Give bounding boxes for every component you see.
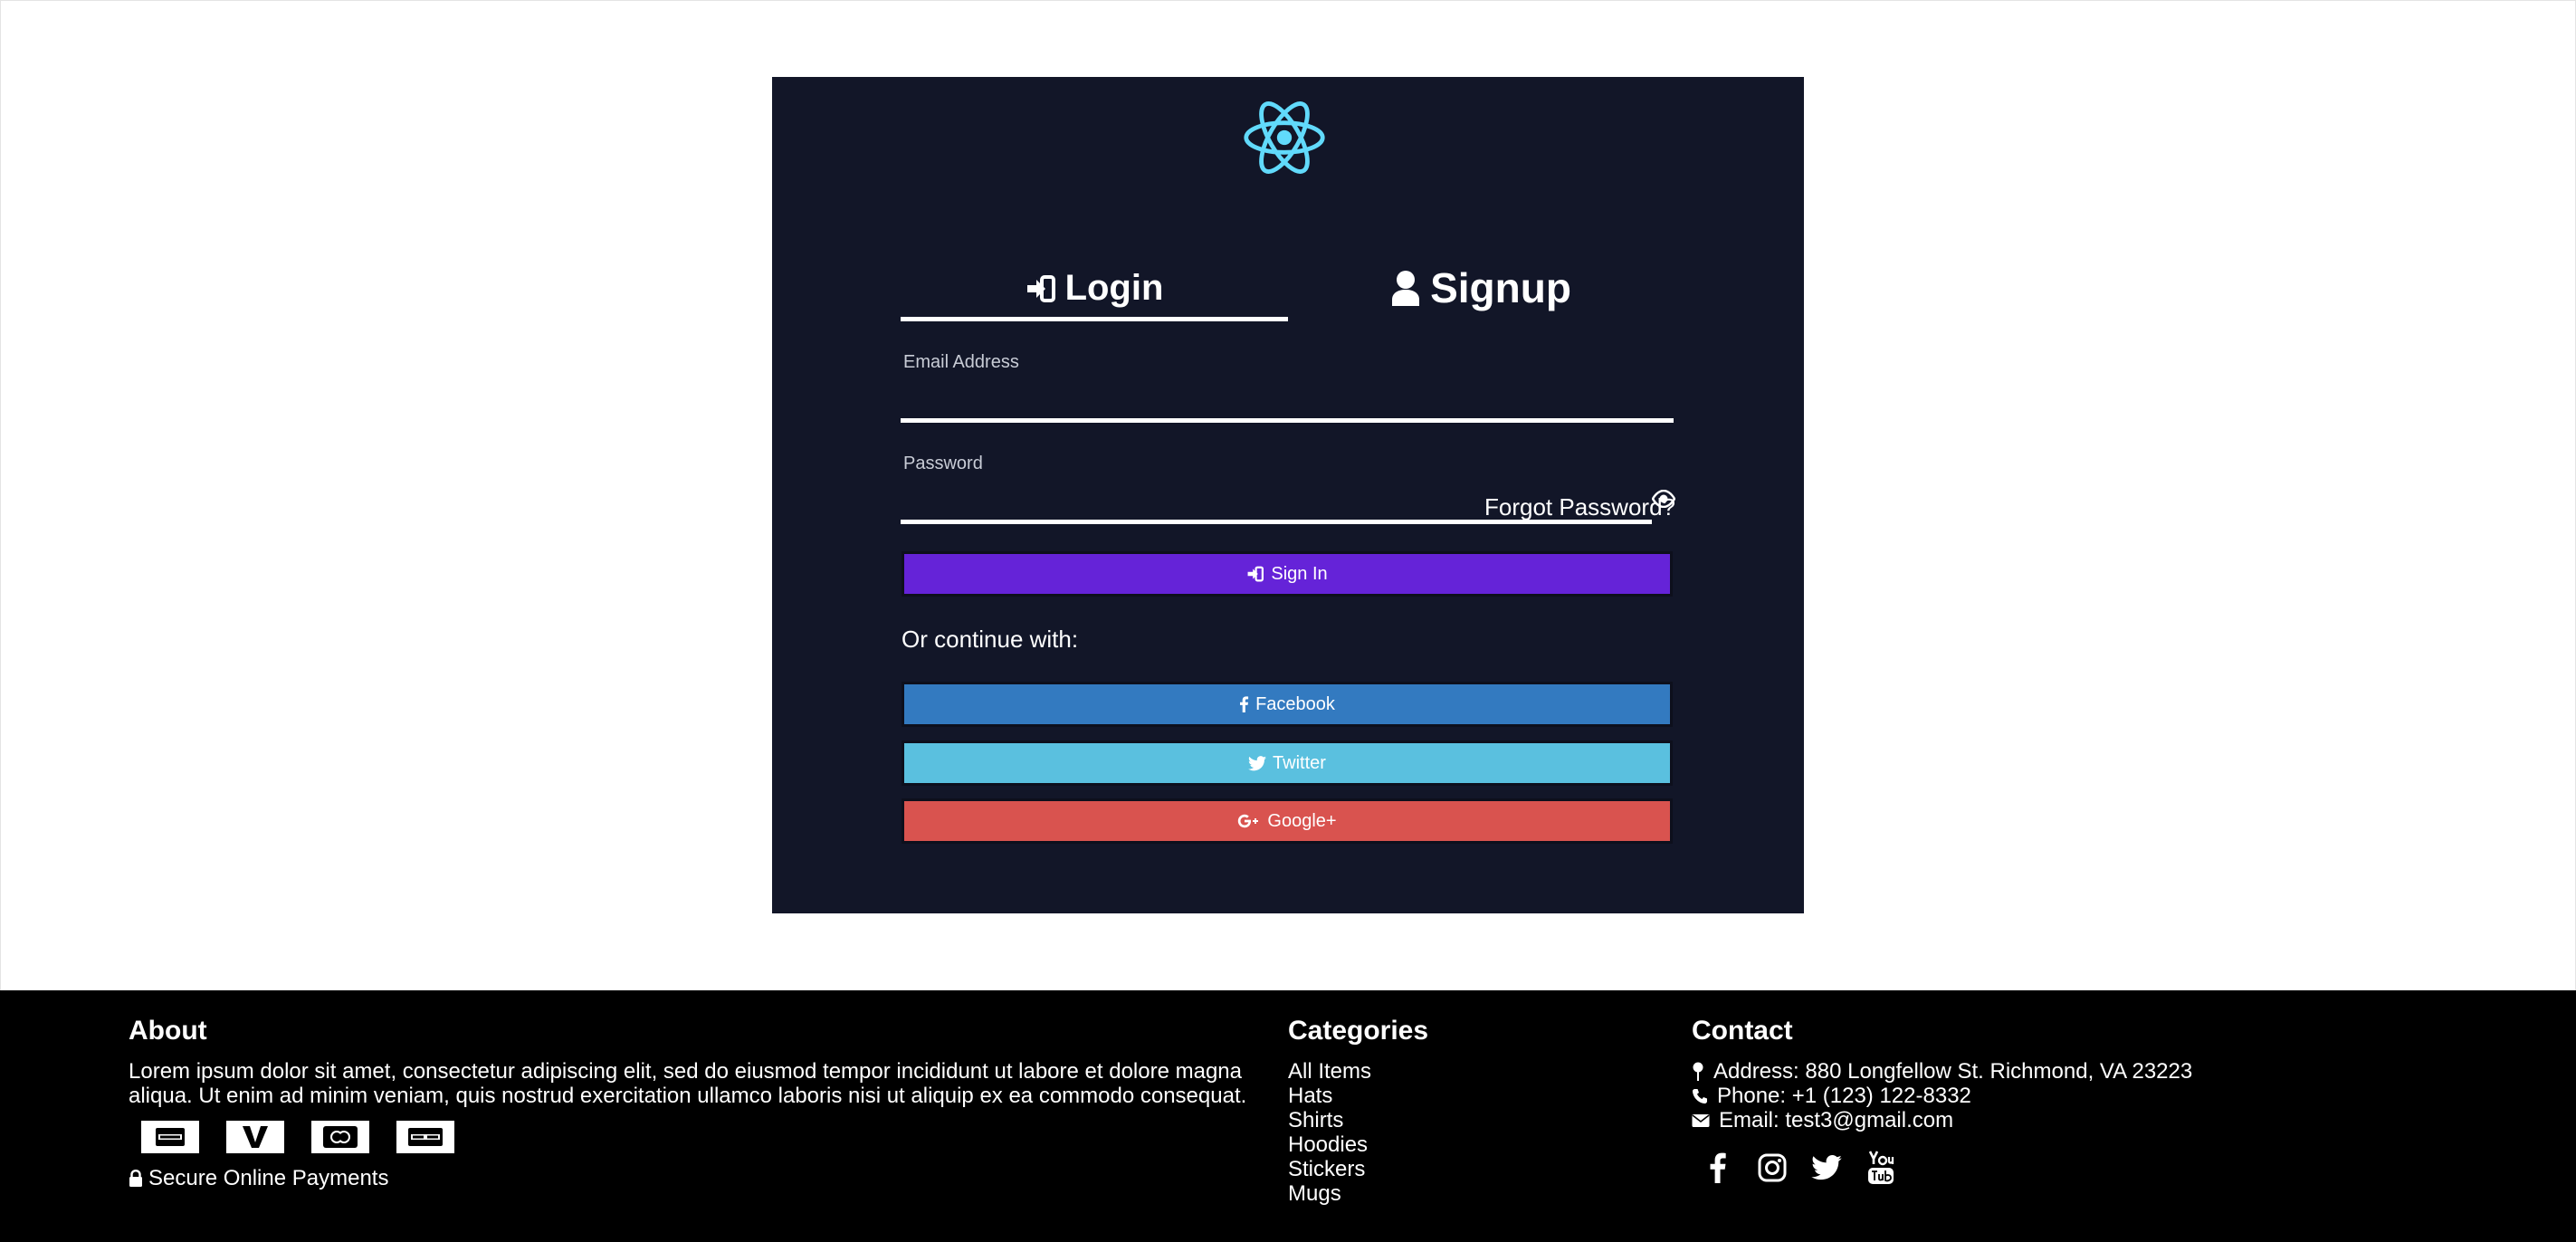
auth-card: Login Signup Email Address Password Forg… <box>772 77 1804 913</box>
sign-in-icon <box>1247 566 1264 582</box>
user-icon <box>1392 271 1420 306</box>
mastercard-card-icon <box>311 1121 369 1153</box>
map-pin-icon <box>1693 1062 1703 1081</box>
auth-tabs: Login Signup <box>901 178 1674 321</box>
secure-payments-label: Secure Online Payments <box>148 1166 389 1190</box>
category-link[interactable]: Hoodies <box>1288 1132 1428 1157</box>
facebook-link-icon[interactable] <box>1701 1151 1735 1185</box>
google-plus-icon <box>1238 814 1259 828</box>
discover-card-icon <box>396 1121 454 1153</box>
category-link[interactable]: Mugs <box>1288 1181 1428 1206</box>
lock-icon <box>129 1170 142 1187</box>
category-link[interactable]: Shirts <box>1288 1108 1428 1132</box>
categories-list: All Items Hats Shirts Hoodies Stickers M… <box>1288 1059 1428 1206</box>
youtube-link-icon[interactable] <box>1864 1151 1898 1185</box>
forgot-password-link[interactable]: Forgot Password? <box>1484 493 1675 521</box>
secure-payments: Secure Online Payments <box>129 1166 1251 1191</box>
contact-phone-text: Phone: +1 (123) 122-8332 <box>1717 1084 1971 1108</box>
twitter-icon <box>1248 755 1267 770</box>
contact-address-text: Address: 880 Longfellow St. Richmond, VA… <box>1713 1059 2193 1084</box>
contact-phone: Phone: +1 (123) 122-8332 <box>1692 1084 2192 1108</box>
category-link[interactable]: Stickers <box>1288 1157 1428 1181</box>
facebook-icon <box>1240 696 1249 712</box>
categories-title: Categories <box>1288 1016 1429 1046</box>
react-logo-icon <box>1244 101 1325 174</box>
category-link[interactable]: Hats <box>1288 1084 1428 1108</box>
social-links <box>1701 1151 2192 1185</box>
envelope-icon <box>1692 1113 1710 1127</box>
twitter-label: Twitter <box>1273 752 1326 773</box>
about-text: Lorem ipsum dolor sit amet, consectetur … <box>129 1059 1247 1108</box>
email-label: Email Address <box>903 352 1019 372</box>
footer-contact: Contact Address: 880 Longfellow St. Rich… <box>1692 1016 2192 1185</box>
twitter-button[interactable]: Twitter <box>902 740 1673 786</box>
continue-with-text: Or continue with: <box>902 626 1079 653</box>
google-plus-button[interactable]: Google+ <box>902 798 1673 844</box>
phone-icon <box>1693 1088 1707 1103</box>
facebook-button[interactable]: Facebook <box>902 682 1673 727</box>
twitter-link-icon[interactable] <box>1809 1151 1844 1185</box>
password-label: Password <box>903 454 983 473</box>
footer-categories: Categories All Items Hats Shirts Hoodies… <box>1288 1016 1428 1206</box>
about-title: About <box>129 1016 207 1046</box>
footer: About Lorem ipsum dolor sit amet, consec… <box>0 990 2576 1242</box>
contact-email: Email: test3@gmail.com <box>1692 1108 2192 1132</box>
sign-in-label: Sign In <box>1271 563 1328 584</box>
contact-email-text: Email: test3@gmail.com <box>1719 1108 1954 1132</box>
contact-list: Address: 880 Longfellow St. Richmond, VA… <box>1692 1059 2192 1132</box>
instagram-link-icon[interactable] <box>1755 1151 1789 1185</box>
amex-card-icon <box>141 1121 199 1153</box>
sign-in-icon <box>1026 274 1055 302</box>
contact-title: Contact <box>1692 1016 1793 1046</box>
footer-about: About Lorem ipsum dolor sit amet, consec… <box>129 1016 1251 1191</box>
sign-in-button[interactable]: Sign In <box>902 551 1673 597</box>
visa-card-icon <box>226 1121 284 1153</box>
contact-address: Address: 880 Longfellow St. Richmond, VA… <box>1692 1059 2192 1084</box>
facebook-label: Facebook <box>1255 693 1335 714</box>
google-plus-label: Google+ <box>1267 810 1337 831</box>
payment-cards <box>141 1121 1251 1153</box>
category-link[interactable]: All Items <box>1288 1059 1428 1084</box>
